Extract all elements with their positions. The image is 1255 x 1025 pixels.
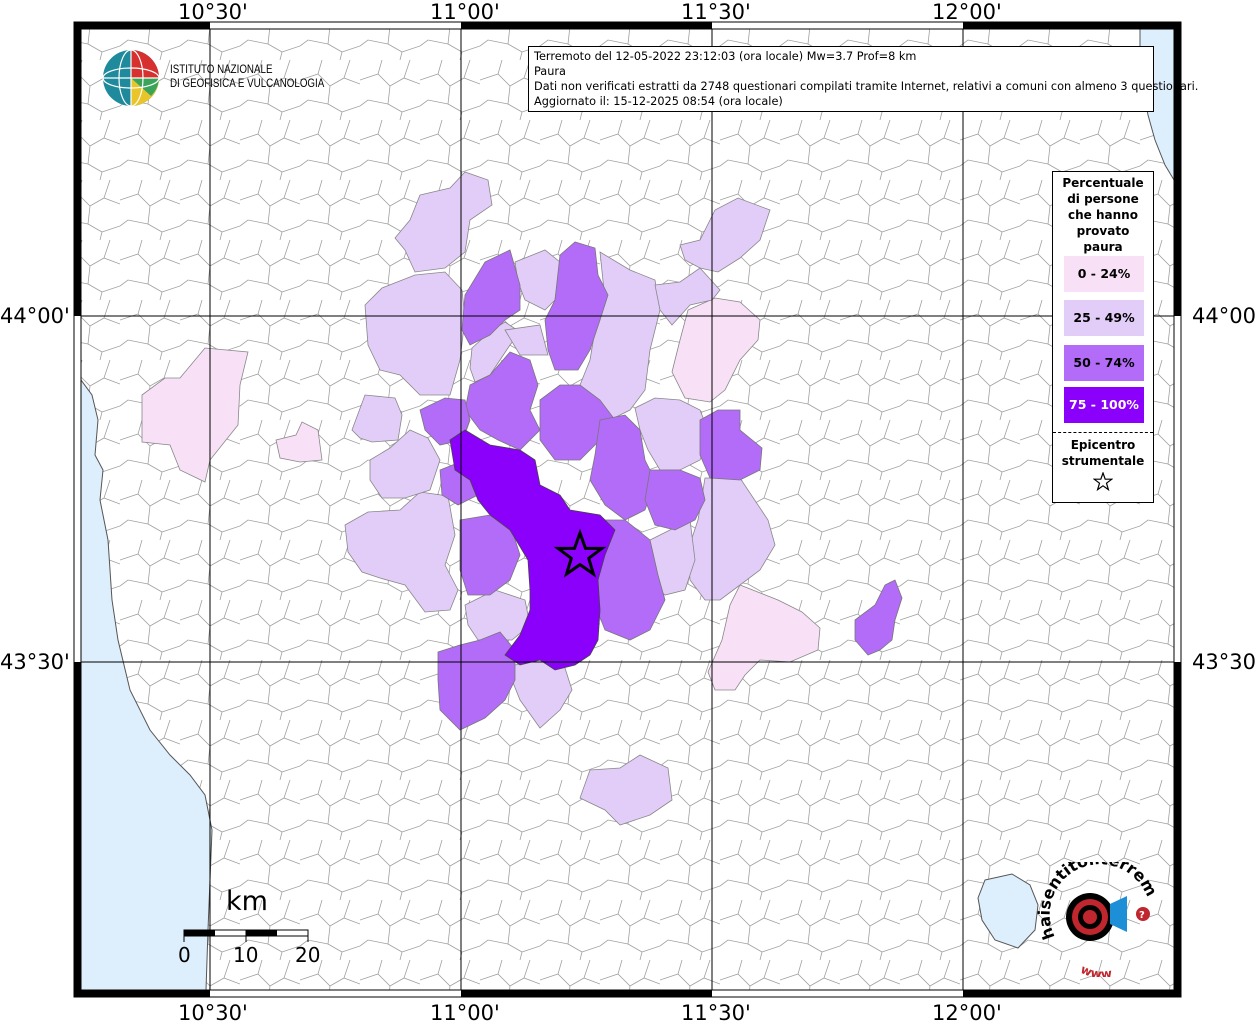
legend-class-0-24: 0 - 24% (1064, 256, 1144, 292)
lon-label-top-4: 12°00' (932, 0, 1002, 24)
lon-label-bottom-2: 11°00' (430, 1001, 500, 1025)
svg-text:www: www (1079, 962, 1113, 977)
legend-epicenter-line-2: strumentale (1061, 454, 1145, 468)
legend-title: Percentuale di persone che hanno provato… (1053, 175, 1153, 255)
legend-title-line: Percentuale (1062, 176, 1144, 190)
event-info-box: Terremoto del 12-05-2022 23:12:03 (ora l… (528, 46, 1199, 112)
lon-label-bottom-3: 11°30' (681, 1001, 751, 1025)
legend-title-line: paura (1083, 240, 1123, 254)
legend-title-line: provato (1076, 224, 1130, 238)
legend-star-icon (1093, 472, 1113, 492)
legend-epicenter-label: Epicentro strumentale (1053, 437, 1153, 469)
lat-label-left-2: 43°30' (0, 650, 70, 674)
lat-label-left-1: 44°00' (0, 304, 70, 328)
ingv-logo-text: ISTITUTO NAZIONALE DI GEOFISICA E VULCAN… (170, 63, 324, 91)
haisentito-logo-icon: haisentitoilterremoto.it www ? (1035, 862, 1160, 977)
legend-class-75-100: 75 - 100% (1064, 387, 1144, 423)
legend-title-line: che hanno (1068, 208, 1138, 222)
lat-label-right-2: 43°30' (1192, 650, 1255, 674)
ingv-globe-icon (102, 49, 160, 107)
scale-label-0: 0 (178, 943, 191, 967)
legend-class-50-74: 50 - 74% (1064, 345, 1144, 381)
lat-label-right-1: 44°00' (1192, 304, 1255, 328)
event-info-line-1: Terremoto del 12-05-2022 23:12:03 (ora l… (534, 50, 917, 63)
event-info-line-3: Dati non verificati estratti da 2748 que… (534, 80, 1199, 93)
ingv-line-2: DI GEOFISICA E VULCANOLOGIA (170, 78, 325, 90)
lon-label-bottom-1: 10°30' (178, 1001, 248, 1025)
scale-unit-label: km (226, 886, 268, 917)
legend: Percentuale di persone che hanno provato… (1052, 171, 1154, 503)
legend-divider (1053, 432, 1153, 433)
haisentito-logo-www: www (1079, 962, 1113, 977)
svg-text:?: ? (1139, 910, 1145, 921)
lon-label-top-3: 11°30' (681, 0, 751, 24)
legend-title-line: di persone (1067, 192, 1139, 206)
legend-epicenter-line-1: Epicentro (1070, 438, 1136, 452)
event-info-line-4: Aggiornato il: 15-12-2025 08:54 (ora loc… (534, 95, 783, 108)
lon-label-top-2: 11°00' (430, 0, 500, 24)
ingv-line-1: ISTITUTO NAZIONALE (170, 64, 273, 76)
scale-label-10: 10 (233, 943, 259, 967)
legend-class-25-49: 25 - 49% (1064, 300, 1144, 336)
lon-label-top-1: 10°30' (178, 0, 248, 24)
event-info-line-2: Paura (534, 65, 566, 78)
scale-label-20: 20 (295, 943, 321, 967)
lon-label-bottom-4: 12°00' (932, 1001, 1002, 1025)
